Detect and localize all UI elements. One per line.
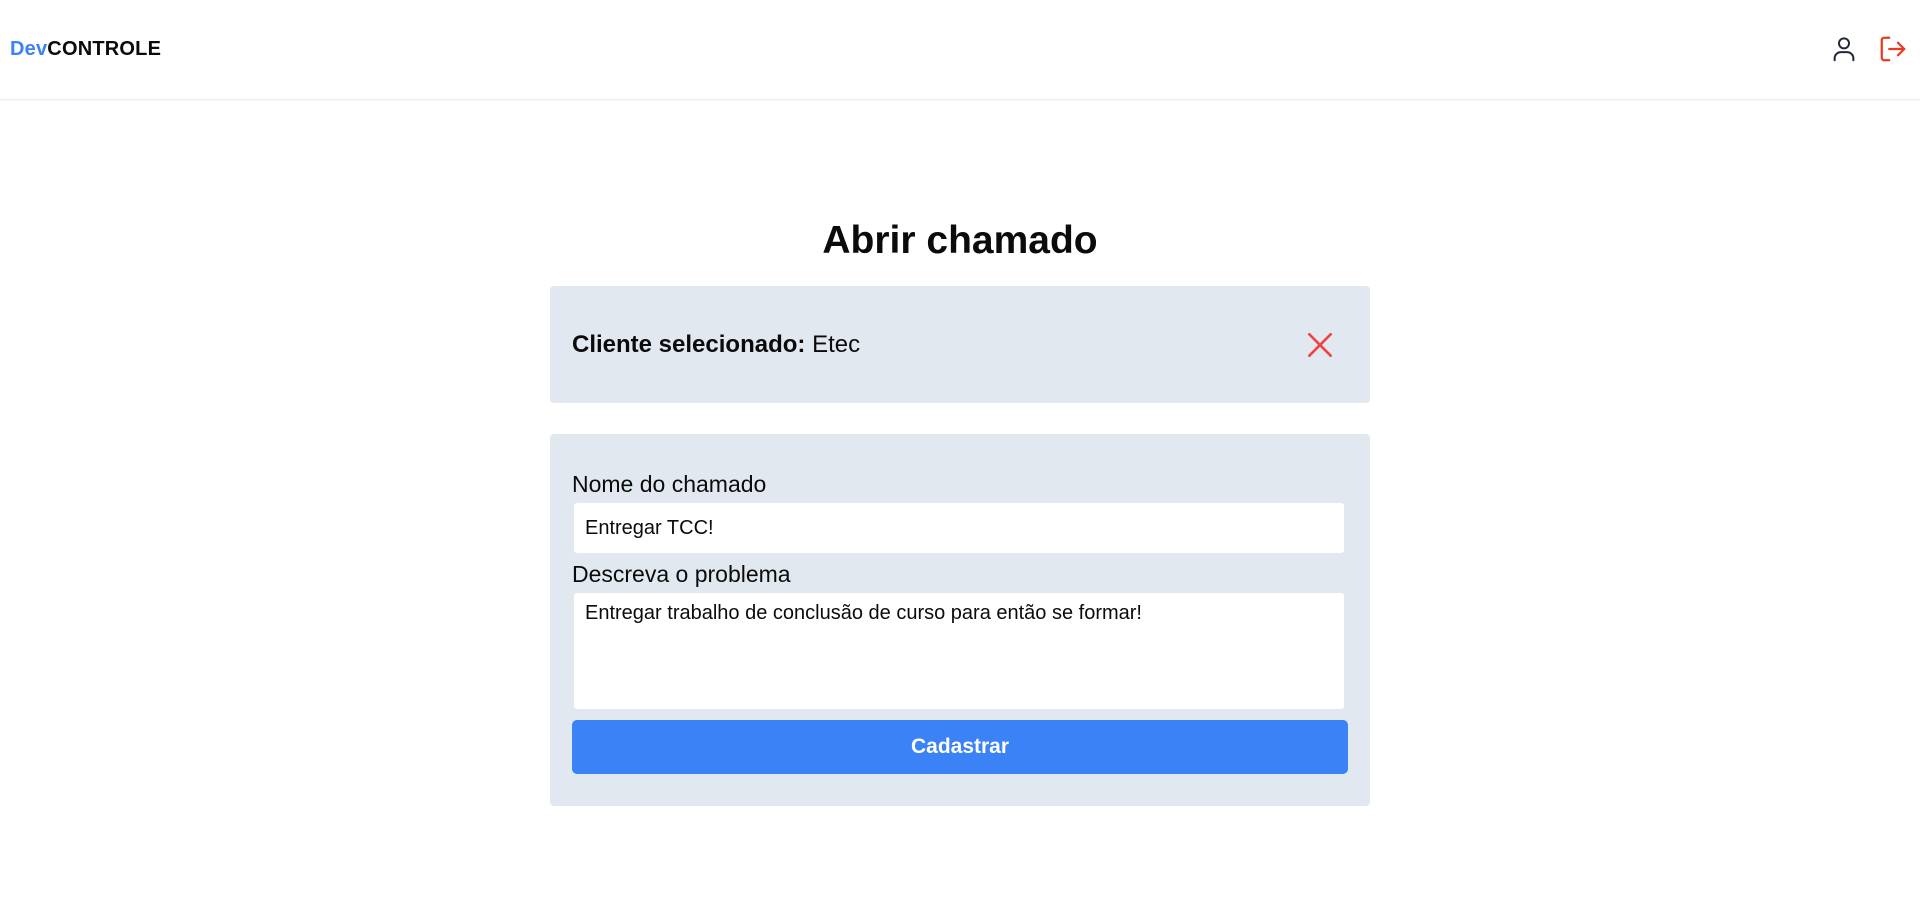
close-icon[interactable] xyxy=(1304,329,1336,361)
selected-client-value: Etec xyxy=(812,331,861,358)
ticket-form: Nome do chamado Descreva o problema Entr… xyxy=(550,434,1370,806)
ticket-description-textarea[interactable]: Entregar trabalho de conclusão de curso … xyxy=(573,592,1345,710)
ticket-name-input[interactable] xyxy=(573,502,1345,554)
selected-client-label: Cliente selecionado: xyxy=(572,331,806,358)
app-logo[interactable]: DevCONTROLE xyxy=(10,38,161,61)
selected-client-card: Cliente selecionado: Etec xyxy=(550,286,1370,403)
selected-client-text: Cliente selecionado: Etec xyxy=(572,331,860,359)
user-icon[interactable] xyxy=(1829,34,1859,64)
submit-button[interactable]: Cadastrar xyxy=(572,720,1348,774)
logo-prefix: Dev xyxy=(10,38,48,60)
logo-suffix: CONTROLE xyxy=(47,38,162,60)
logout-icon[interactable] xyxy=(1878,34,1908,64)
ticket-description-label: Descreva o problema xyxy=(572,561,791,587)
top-header: DevCONTROLE xyxy=(0,0,1920,100)
page-title: Abrir chamado xyxy=(822,219,1098,262)
ticket-name-label: Nome do chamado xyxy=(572,471,767,497)
